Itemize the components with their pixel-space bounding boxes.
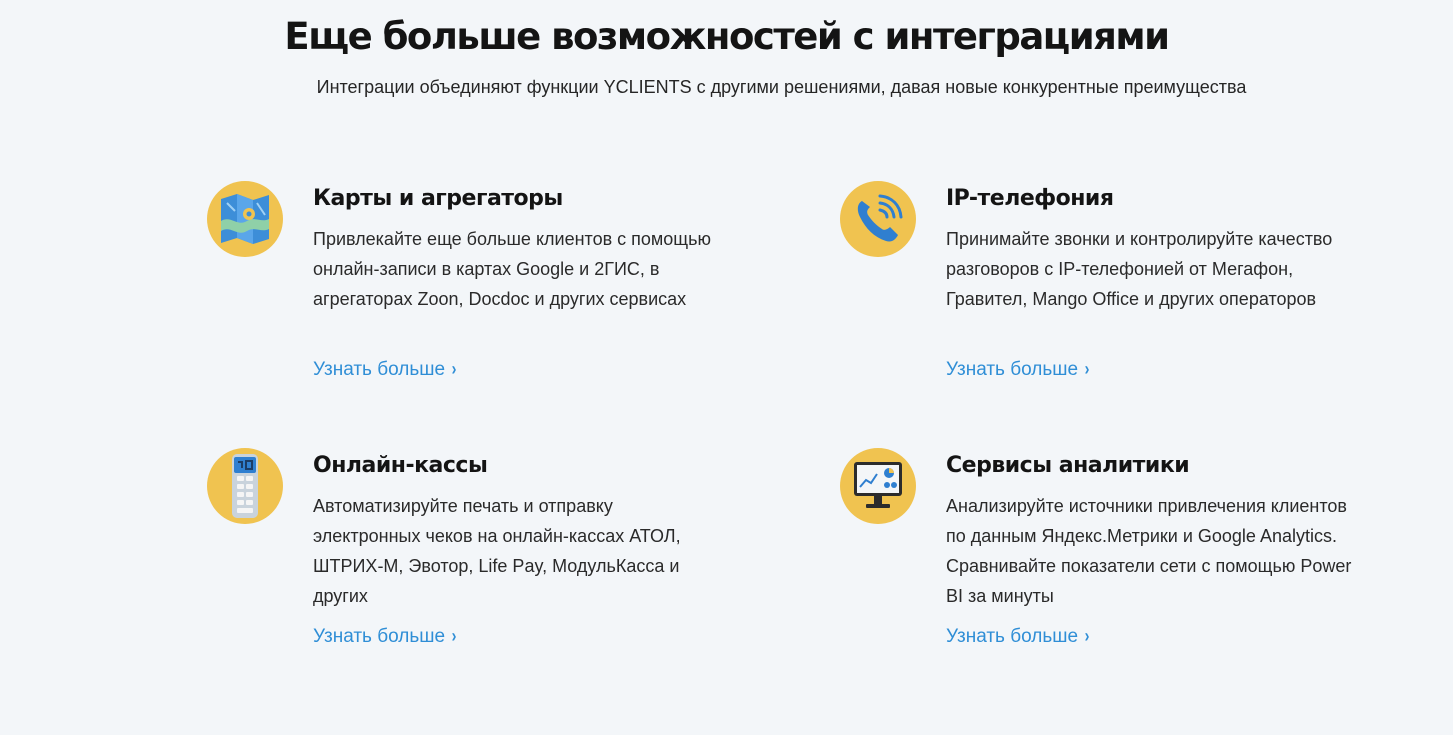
learn-more-label: Узнать больше — [946, 359, 1079, 380]
learn-more-link[interactable]: Узнать больше › — [946, 357, 1090, 382]
phone-icon — [840, 181, 916, 257]
chevron-right-icon: › — [451, 626, 457, 646]
card-title: Онлайн-кассы — [313, 453, 488, 478]
learn-more-label: Узнать больше — [946, 626, 1079, 647]
card-title: Сервисы аналитики — [946, 453, 1190, 478]
card-description: Анализируйте источники привлечения клиен… — [946, 496, 1352, 606]
map-icon — [207, 181, 283, 257]
card-title: IP-телефония — [946, 186, 1114, 211]
payment-terminal-icon — [207, 448, 283, 524]
learn-more-label: Узнать больше — [313, 359, 446, 380]
chevron-right-icon: › — [1084, 359, 1090, 379]
section-title: Еще больше возможностей с интеграциями — [284, 15, 1170, 58]
card-description: Принимайте звонки и контролируйте качест… — [946, 229, 1333, 309]
analytics-monitor-icon — [840, 448, 916, 524]
learn-more-link[interactable]: Узнать больше › — [313, 357, 457, 382]
card-title: Карты и агрегаторы — [313, 186, 563, 211]
card-description: Привлекайте еще больше клиентов с помощь… — [313, 229, 711, 309]
learn-more-link[interactable]: Узнать больше › — [313, 624, 457, 649]
section-subtitle: Интеграции объединяют функции YCLIENTS с… — [316, 77, 1247, 97]
card-description: Автоматизируйте печать и отправку электр… — [313, 496, 681, 606]
learn-more-label: Узнать больше — [313, 626, 446, 647]
integrations-section: Еще больше возможностей с интеграциями И… — [0, 0, 1453, 735]
chevron-right-icon: › — [451, 359, 457, 379]
chevron-right-icon: › — [1084, 626, 1090, 646]
learn-more-link[interactable]: Узнать больше › — [946, 624, 1090, 649]
